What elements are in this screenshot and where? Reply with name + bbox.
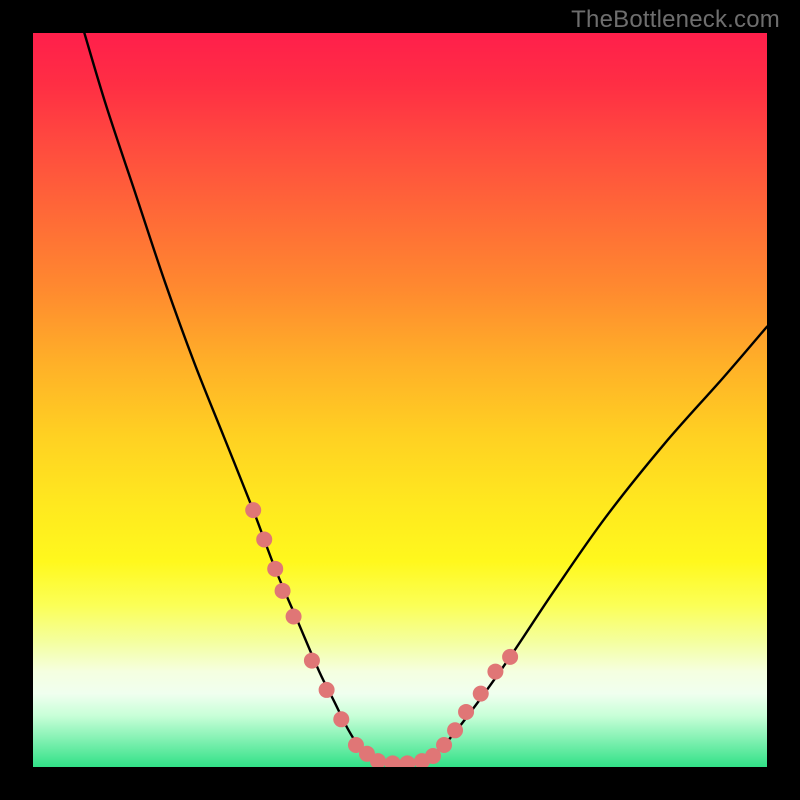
highlight-markers [245, 502, 518, 767]
highlight-point [473, 686, 489, 702]
highlight-point [319, 682, 335, 698]
bottleneck-curve [84, 33, 767, 764]
highlight-point [333, 711, 349, 727]
plot-area [33, 33, 767, 767]
highlight-point [385, 755, 401, 767]
outer-frame: TheBottleneck.com [0, 0, 800, 800]
highlight-point [502, 649, 518, 665]
chart-svg [33, 33, 767, 767]
highlight-point [370, 753, 386, 767]
highlight-point [267, 561, 283, 577]
highlight-point [256, 531, 272, 547]
highlight-point [348, 737, 364, 753]
highlight-point [425, 748, 441, 764]
highlight-point [487, 664, 503, 680]
highlight-point [399, 755, 415, 767]
highlight-point [286, 609, 302, 625]
highlight-point [304, 653, 320, 669]
highlight-point [359, 746, 375, 762]
highlight-point [447, 722, 463, 738]
highlight-point [275, 583, 291, 599]
watermark-text: TheBottleneck.com [571, 6, 780, 34]
highlight-point [245, 502, 261, 518]
highlight-point [414, 753, 430, 767]
highlight-point [458, 704, 474, 720]
highlight-point [436, 737, 452, 753]
